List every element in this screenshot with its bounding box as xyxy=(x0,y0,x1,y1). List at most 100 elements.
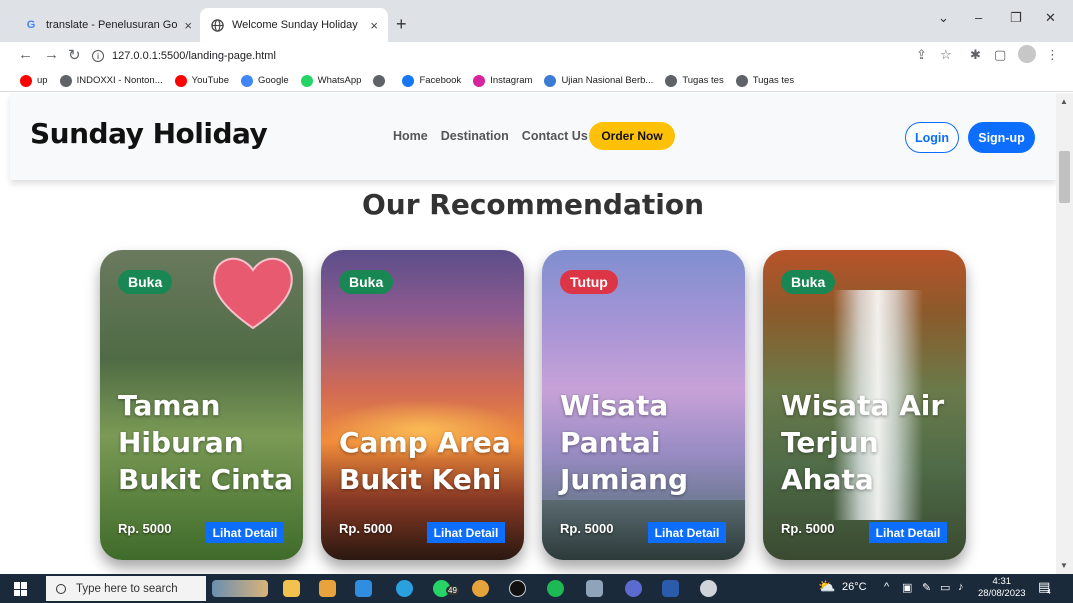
minimize-button[interactable]: – xyxy=(975,10,982,25)
nav-destination[interactable]: Destination xyxy=(441,129,509,143)
card-price: Rp. 5000 xyxy=(118,521,172,536)
scroll-up-icon[interactable]: ▲ xyxy=(1060,97,1068,106)
tab-sunday-holiday[interactable]: Welcome Sunday Holiday × xyxy=(200,8,388,42)
file-explorer-icon[interactable] xyxy=(283,580,300,597)
destination-card[interactable]: Buka Taman Hiburan Bukit Cinta Rp. 5000 … xyxy=(100,250,303,560)
address-bar: ← → ↻ i 127.0.0.1:5500/landing-page.html… xyxy=(0,42,1073,70)
destination-card[interactable]: Buka Wisata Air Terjun Ahata Rp. 5000 Li… xyxy=(763,250,966,560)
bookmark-label: Tugas tes xyxy=(752,75,795,86)
new-tab-button[interactable]: + xyxy=(396,14,407,35)
menu-icon[interactable]: ⋮ xyxy=(1046,47,1059,63)
bookmark-label: WhatsApp xyxy=(317,75,362,86)
bookmark-item[interactable]: Tugas tes xyxy=(735,74,795,87)
card-price: Rp. 5000 xyxy=(781,521,835,536)
card-title: Wisata Air Terjun Ahata xyxy=(781,389,945,496)
chrome-active-icon[interactable] xyxy=(586,580,603,597)
bookmark-item[interactable]: Ujian Nasional Berb... xyxy=(544,74,654,87)
bookmark-label: YouTube xyxy=(191,75,229,86)
tab-search-icon[interactable]: ⌄ xyxy=(938,10,949,26)
chrome-icon[interactable] xyxy=(472,580,489,597)
bookmark-star-icon[interactable]: ☆ xyxy=(940,47,952,63)
battery-icon[interactable]: ▭ xyxy=(940,581,950,594)
globe-icon xyxy=(735,74,748,87)
scrollbar-thumb[interactable] xyxy=(1059,151,1070,203)
youtube-icon xyxy=(174,74,187,87)
detail-button[interactable]: Lihat Detail xyxy=(206,522,284,543)
word-icon[interactable] xyxy=(662,580,679,597)
bookmark-item[interactable]: WhatsApp xyxy=(300,74,362,87)
nav-contact-us[interactable]: Contact Us xyxy=(522,129,588,143)
bookmark-item[interactable]: Google xyxy=(240,74,289,87)
status-badge: Buka xyxy=(118,270,173,294)
bookmark-item[interactable]: INDOXXI - Nonton... xyxy=(59,74,163,87)
extensions-icon[interactable]: ✱ xyxy=(970,47,981,63)
bookmark-item[interactable]: Instagram xyxy=(473,74,533,87)
telegram-icon[interactable] xyxy=(396,580,413,597)
vscode-icon[interactable] xyxy=(355,580,372,597)
login-button[interactable]: Login xyxy=(905,122,959,153)
restore-button[interactable]: ❐ xyxy=(1010,10,1022,26)
tab-google-translate[interactable]: G translate - Penelusuran Google × xyxy=(14,8,202,42)
facebook-icon xyxy=(402,74,415,87)
google-icon: G xyxy=(26,19,36,31)
instagram-icon xyxy=(473,74,486,87)
taskbar-search[interactable]: Type here to search xyxy=(46,576,206,601)
bookmark-item[interactable]: Facebook xyxy=(402,74,461,87)
close-icon[interactable]: × xyxy=(370,18,378,33)
card-title: Taman Hiburan Bukit Cinta xyxy=(118,389,293,496)
weather-temperature[interactable]: 26°C xyxy=(842,581,867,593)
pen-icon[interactable]: ✎ xyxy=(922,581,931,594)
site-navbar: Sunday Holiday Home Destination Contact … xyxy=(10,93,1056,180)
windows-taskbar: Type here to search 49 ⛅ 26°C ^ ▣ ✎ ▭ ♪ … xyxy=(0,574,1073,603)
back-icon[interactable]: ← xyxy=(18,46,33,63)
url-text: 127.0.0.1:5500/landing-page.html xyxy=(112,50,276,62)
chrome-profile-icon[interactable] xyxy=(625,580,642,597)
detail-button[interactable]: Lihat Detail xyxy=(427,522,505,543)
brand-logo[interactable]: Sunday Holiday xyxy=(30,117,268,150)
sublime-text-icon[interactable] xyxy=(319,580,336,597)
reload-icon[interactable]: ↻ xyxy=(68,46,81,64)
search-highlight-image[interactable] xyxy=(212,580,268,597)
scroll-down-icon[interactable]: ▼ xyxy=(1060,561,1068,570)
bookmark-label: Instagram xyxy=(490,75,533,86)
browser-tabstrip: G translate - Penelusuran Google × Welco… xyxy=(0,0,1073,42)
close-icon[interactable]: × xyxy=(184,18,192,33)
bookmark-item[interactable]: Tugas tes xyxy=(665,74,724,87)
tray-chevron-icon[interactable]: ^ xyxy=(884,581,889,593)
destination-card[interactable]: Buka Camp Area Bukit Kehi Rp. 5000 Lihat… xyxy=(321,250,524,560)
side-panel-icon[interactable]: ▢ xyxy=(994,47,1006,63)
nav-home[interactable]: Home xyxy=(393,129,428,143)
status-badge: Buka xyxy=(781,270,836,294)
weather-icon[interactable]: ⛅ xyxy=(818,578,835,595)
destination-card[interactable]: Tutup Wisata Pantai Jumiang Rp. 5000 Lih… xyxy=(542,250,745,560)
search-icon xyxy=(56,583,66,594)
url-field[interactable]: i 127.0.0.1:5500/landing-page.html xyxy=(92,45,992,67)
profile-avatar[interactable] xyxy=(1018,45,1036,63)
bookmark-label: Google xyxy=(257,75,289,86)
tab-title: translate - Penelusuran Google xyxy=(46,19,178,31)
site-info-icon[interactable]: i xyxy=(92,50,104,62)
taskbar-clock[interactable]: 4:31 28/08/2023 xyxy=(978,576,1026,600)
xbox-icon[interactable] xyxy=(509,580,526,597)
spotify-icon[interactable] xyxy=(547,580,564,597)
app-icon[interactable] xyxy=(700,580,717,597)
bookmark-item[interactable]: YouTube xyxy=(174,74,229,87)
detail-button[interactable]: Lihat Detail xyxy=(869,522,947,543)
forward-icon[interactable]: → xyxy=(44,46,59,63)
whatsapp-icon xyxy=(300,74,313,87)
bookmark-label: Ujian Nasional Berb... xyxy=(561,75,654,86)
volume-icon[interactable]: ♪ xyxy=(958,581,964,593)
bookmark-label: INDOXXI - Nonton... xyxy=(76,75,163,86)
bookmark-item[interactable]: up xyxy=(20,74,48,87)
order-now-button[interactable]: Order Now xyxy=(589,122,675,150)
windows-start-icon[interactable] xyxy=(14,582,28,596)
detail-button[interactable]: Lihat Detail xyxy=(648,522,726,543)
page-scrollbar[interactable]: ▲ ▼ xyxy=(1056,93,1073,574)
globe-icon xyxy=(210,18,224,32)
share-icon[interactable]: ⇪ xyxy=(916,47,927,63)
whatsapp-badge: 49 xyxy=(446,586,459,595)
close-window-button[interactable]: ✕ xyxy=(1045,10,1056,26)
tray-app-icon[interactable]: ▣ xyxy=(902,581,912,594)
signup-button[interactable]: Sign-up xyxy=(968,122,1035,153)
bookmark-item[interactable] xyxy=(373,74,390,87)
